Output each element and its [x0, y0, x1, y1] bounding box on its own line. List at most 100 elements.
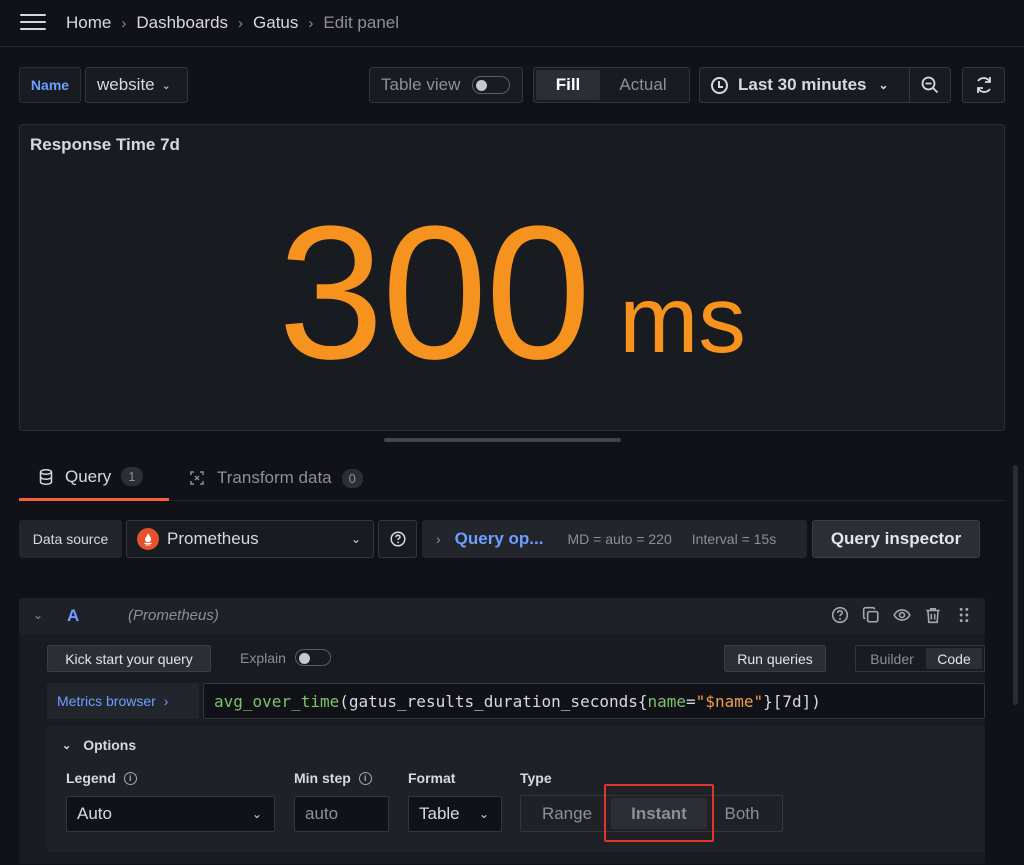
highlight-box	[604, 784, 714, 842]
refresh-button[interactable]	[962, 67, 1005, 103]
interval-text: Interval = 15s	[691, 531, 777, 547]
resize-handle[interactable]	[384, 438, 621, 442]
prometheus-logo-icon	[137, 528, 159, 550]
chevron-down-icon: ⌄	[478, 807, 489, 821]
editor-tabs: Query 1 Transform data 0	[19, 455, 1005, 501]
minstep-label: Min step i	[294, 770, 372, 786]
chevron-down-icon: ⌄	[350, 532, 361, 546]
legend-label: Legend i	[66, 770, 137, 786]
toggle-switch[interactable]	[294, 649, 331, 666]
expr-brace: }	[763, 691, 773, 711]
eye-icon[interactable]	[893, 606, 911, 624]
query-code-editor[interactable]: avg_over_time(gatus_results_duration_sec…	[203, 683, 985, 719]
code-mode-button[interactable]: Code	[926, 648, 982, 669]
tab-transform-label: Transform data	[217, 468, 332, 487]
query-options-label: Query op...	[454, 529, 544, 548]
tab-query[interactable]: Query 1	[19, 455, 169, 501]
breadcrumb-home[interactable]: Home	[66, 13, 111, 33]
expr-label-name: name	[647, 691, 687, 711]
menu-icon[interactable]	[20, 14, 46, 32]
datasource-select[interactable]: Prometheus ⌄	[126, 520, 374, 558]
query-options-toggle[interactable]: › Query op... MD = auto = 220 Interval =…	[422, 520, 807, 558]
transform-count-badge: 0	[341, 468, 363, 488]
query-row-actions	[831, 606, 973, 624]
refresh-icon	[976, 77, 991, 93]
scrollbar[interactable]	[1013, 465, 1018, 705]
expr-range: [7d]	[772, 691, 812, 711]
variable-label: Name	[19, 67, 81, 103]
chevron-right-icon: ›	[436, 531, 441, 547]
minstep-input[interactable]: auto	[294, 796, 389, 832]
info-icon[interactable]: i	[358, 771, 372, 785]
zoom-out-button[interactable]	[909, 67, 950, 103]
legend-select[interactable]: Auto ⌄	[66, 796, 275, 832]
minstep-label-text: Min step	[294, 770, 351, 786]
breadcrumb-dashboards[interactable]: Dashboards	[136, 13, 228, 33]
chevron-down-icon[interactable]: ⌄	[33, 608, 43, 622]
datasource-help-button[interactable]	[378, 520, 417, 558]
variable-value: website	[97, 75, 155, 94]
expr-metric: gatus_results_duration_seconds	[348, 691, 638, 711]
chevron-right-icon: ›	[238, 14, 244, 32]
metrics-browser-button[interactable]: Metrics browser ›	[47, 683, 199, 719]
chevron-down-icon: ⌄	[251, 807, 262, 821]
query-inspector-button[interactable]: Query inspector	[812, 520, 980, 558]
options-section: ⌄ Options Legend i Auto ⌄ Min step i aut…	[47, 726, 985, 852]
kick-start-button[interactable]: Kick start your query	[47, 645, 211, 672]
options-title: Options	[83, 737, 137, 753]
duplicate-icon[interactable]	[862, 606, 880, 624]
expr-eq: =	[686, 691, 696, 711]
tab-query-label: Query	[65, 466, 112, 486]
fill-actual-group: Fill Actual	[533, 67, 690, 103]
variable-select[interactable]: website ⌄	[85, 67, 188, 103]
help-icon	[389, 531, 406, 547]
editor-mode-group: Builder Code	[855, 645, 985, 672]
toggle-switch[interactable]	[472, 76, 511, 94]
trash-icon[interactable]	[924, 606, 942, 624]
drag-handle-icon[interactable]	[955, 606, 973, 624]
actual-button[interactable]: Actual	[600, 70, 686, 100]
fill-button[interactable]: Fill	[536, 70, 600, 100]
chevron-down-icon: ⌄	[62, 739, 72, 752]
explain-label: Explain	[240, 649, 286, 666]
time-range-picker[interactable]: Last 30 minutes ⌄	[699, 67, 951, 103]
query-count-badge: 1	[121, 467, 143, 486]
query-ref-id[interactable]: A	[67, 606, 79, 626]
explain-toggle[interactable]: Explain	[240, 649, 331, 666]
format-select[interactable]: Table ⌄	[408, 796, 502, 832]
chevron-right-icon: ›	[308, 14, 314, 32]
clock-icon	[711, 76, 728, 94]
type-range-button[interactable]: Range	[523, 798, 611, 829]
options-toggle[interactable]: ⌄ Options	[62, 737, 136, 753]
format-label: Format	[408, 770, 456, 786]
table-view-label: Table view	[381, 75, 461, 94]
database-icon	[39, 468, 53, 485]
run-queries-button[interactable]: Run queries	[724, 645, 826, 672]
stat-value: 300 ms	[20, 125, 1004, 430]
help-icon[interactable]	[831, 606, 849, 624]
breadcrumb: Home › Dashboards › Gatus › Edit panel	[66, 12, 399, 34]
type-label: Type	[520, 770, 552, 786]
zoom-out-icon	[921, 76, 939, 94]
builder-mode-button[interactable]: Builder	[858, 648, 926, 669]
info-icon[interactable]: i	[123, 771, 137, 785]
stat-number: 300	[278, 186, 591, 399]
expr-label-value: "$name"	[695, 691, 764, 711]
query-datasource-name: (Prometheus)	[128, 607, 219, 624]
legend-value: Auto	[77, 804, 112, 823]
tab-transform-data[interactable]: Transform data 0	[189, 455, 363, 501]
expr-paren: )	[811, 691, 821, 711]
transform-icon	[190, 471, 204, 485]
chevron-right-icon: ›	[163, 693, 169, 709]
table-view-toggle[interactable]: Table view	[369, 67, 523, 103]
chevron-down-icon: ⌄	[878, 78, 889, 92]
panel-preview: 300 ms Response Time 7d	[19, 124, 1005, 431]
chevron-down-icon: ⌄	[161, 79, 171, 92]
expr-function: avg_over_time	[214, 691, 340, 711]
metrics-browser-label: Metrics browser	[57, 693, 156, 709]
breadcrumb-gatus[interactable]: Gatus	[253, 13, 298, 33]
type-both-button[interactable]: Both	[707, 798, 777, 829]
datasource-label: Data source	[19, 520, 122, 558]
datasource-value: Prometheus	[167, 529, 259, 548]
query-row-header: ⌄ A (Prometheus)	[19, 598, 985, 634]
